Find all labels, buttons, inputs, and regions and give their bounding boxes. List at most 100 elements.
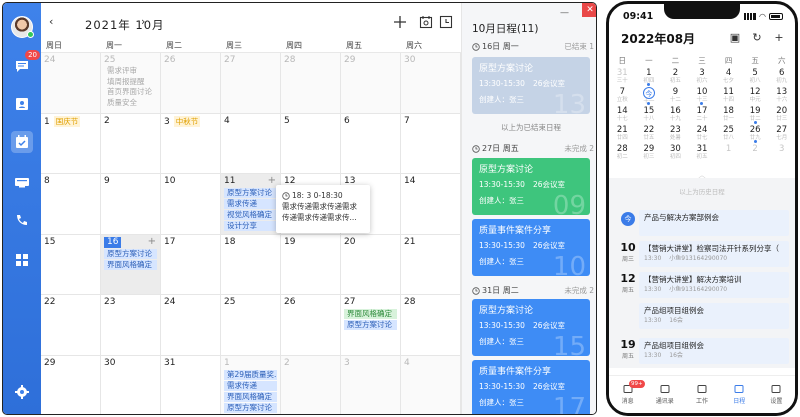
phone-day-cell[interactable]: 21 廿四 [609,125,636,144]
phone-month-title[interactable]: 2022年08月 [621,30,695,47]
calendar-nav[interactable] [11,131,33,153]
phone-day-cell[interactable]: 1 [715,144,742,163]
messages-nav[interactable]: 20 [11,50,40,77]
event-chip[interactable]: 界面风格确定 [104,259,157,270]
day-cell[interactable]: 29 [341,53,401,114]
phone-event-card[interactable]: 【营销大讲堂】解决方案培训 13:30 小鱼913164290070 [639,272,789,298]
day-cell[interactable]: 23 [101,295,161,356]
phone-day-cell[interactable]: 27 七月 [768,125,795,144]
day-cell[interactable]: 2 [281,355,341,414]
day-cell[interactable]: 9 [101,174,161,235]
phone-day-cell[interactable]: 31 初五 [689,144,716,163]
day-cell[interactable]: 4 [221,113,281,174]
phone-day-cell[interactable]: 19 廿二 [742,106,769,125]
past-event-item[interactable]: 首页界面讨论 [104,87,157,98]
phone-day-cell[interactable]: 1 初四 [636,68,663,87]
phone-day-cell[interactable]: 4 七夕 [715,68,742,87]
phone-event-card[interactable]: 产品组项目组例会 13:30 16会 [639,303,789,329]
day-cell[interactable]: 14 [401,174,461,235]
agenda-card[interactable]: 质量事件案件分享 13:30-15:30 26会议室 创建人：张三 10 [472,219,590,276]
phone-event-card[interactable]: 产品与解决方案部例会 [639,210,789,236]
day-cell[interactable]: 19 [281,234,341,295]
day-cell[interactable]: 22 [41,295,101,356]
meeting-room-nav[interactable] [11,171,33,193]
phone-day-cell[interactable]: 16 十九 [662,106,689,125]
day-cell[interactable]: 21 [401,234,461,295]
phone-day-cell[interactable]: 26 廿九 [742,125,769,144]
day-cell[interactable]: 10 [161,174,221,235]
day-cell[interactable]: 30 [101,355,161,414]
event-chip[interactable]: 界面风格确定 [224,391,277,402]
day-cell[interactable]: 25 [221,295,281,356]
add-icon[interactable] [393,15,407,29]
event-chip[interactable]: 需求传递 [224,199,277,209]
day-cell[interactable]: 28 [401,295,461,356]
event-chip[interactable]: 需求传递 [224,380,277,391]
day-cell[interactable]: 1 第29届质量奖... 需求传递 界面风格确定 原型方案讨论 [221,355,281,414]
phone-day-cell[interactable]: 29 初三 [636,144,663,163]
prev-month-button[interactable]: ‹ [49,15,53,28]
phone-day-cell[interactable]: 15 十八 [636,106,663,125]
phone-day-cell[interactable]: 2 [742,144,769,163]
phone-day-cell[interactable]: 30 初四 [662,144,689,163]
phone-tab-3[interactable]: 日程 [721,376,758,413]
day-cell[interactable]: 26 [161,53,221,114]
avatar[interactable] [11,16,34,38]
add-event-icon[interactable]: + [148,236,156,247]
day-cell[interactable]: 7 [401,113,461,174]
day-cell[interactable]: 24 [161,295,221,356]
clock-icon[interactable] [439,15,453,29]
calendar-today-icon[interactable] [419,15,433,29]
day-cell[interactable]: 31 [161,355,221,414]
settings-nav[interactable] [11,381,33,403]
day-cell[interactable]: 27 界面风格确定 原型方案讨论 [341,295,401,356]
day-cell[interactable]: 27 [221,53,281,114]
agenda-card[interactable]: 原型方案讨论 13:30-15:30 26会议室 创建人：张三 15 [472,299,590,356]
phone-day-cell[interactable]: 31 三十 [609,68,636,87]
calendar-today-icon[interactable]: ▣ [729,31,741,44]
phone-event-card[interactable]: 【营销大讲堂】检察司法开针系列分享（ 13:30 小鱼913164290070 [639,241,789,267]
phone-day-cell[interactable]: 5 初八 [742,68,769,87]
phone-tab-0[interactable]: 消息 99+ [609,376,646,413]
phone-day-cell[interactable]: 28 初二 [609,144,636,163]
day-cell[interactable]: 16 + 原型方案讨论 界面风格确定 [101,234,161,295]
phone-day-cell[interactable]: 10 十三 [689,87,716,106]
next-month-button[interactable]: › [141,15,145,28]
phone-day-cell[interactable]: 18 廿一 [715,106,742,125]
phone-day-cell[interactable]: 6 初九 [768,68,795,87]
phone-day-cell[interactable]: 17 二十 [689,106,716,125]
day-cell[interactable]: 8 [41,174,101,235]
refresh-icon[interactable]: ↻ [751,31,763,44]
phone-day-cell[interactable]: 今十一 [636,87,663,106]
add-event-icon[interactable]: + [268,175,276,186]
day-cell[interactable]: 25 需求评审 填周报提醒 首页界面讨论 质量安全 [101,53,161,114]
past-event-item[interactable]: 需求评审 [104,66,157,77]
phone-day-cell[interactable]: 2 初五 [662,68,689,87]
add-icon[interactable]: + [773,31,785,44]
event-chip[interactable]: 原型方案讨论 [344,320,397,330]
close-button[interactable]: ✕ [582,3,596,17]
agenda-card[interactable]: 原型方案讨论 13:30-15:30 26会议室 创建人：张三 09 [472,158,590,215]
past-event-item[interactable]: 填周报提醒 [104,77,157,88]
day-cell[interactable]: 28 [281,53,341,114]
phone-day-cell[interactable]: 11 十四 [715,87,742,106]
phone-day-cell[interactable]: 22 廿五 [636,125,663,144]
day-cell[interactable]: 24 [41,53,101,114]
phone-day-cell[interactable]: 3 [768,144,795,163]
phone-day-cell[interactable]: 20 廿三 [768,106,795,125]
agenda-card[interactable]: 质量事件案件分享 13:30-15:30 26会议室 创建人：张三 17 [472,360,590,414]
event-chip[interactable]: 视觉风格确定 [224,210,277,220]
past-event-item[interactable]: 质量安全 [104,98,157,109]
phone-day-cell[interactable]: 3 初六 [689,68,716,87]
day-cell[interactable]: 3 中秋节 [161,113,221,174]
day-cell[interactable]: 26 [281,295,341,356]
phone-day-cell[interactable]: 14 十七 [609,106,636,125]
day-cell[interactable]: 6 [341,113,401,174]
day-cell[interactable]: 4 [401,355,461,414]
day-cell[interactable]: 18 [221,234,281,295]
event-chip[interactable]: 原型方案讨论 [104,248,157,259]
day-cell[interactable]: 29 [41,355,101,414]
agenda-card[interactable]: 原型方案讨论 13:30-15:30 26会议室 创建人：张三 13 [472,57,590,114]
apps-nav[interactable] [11,249,33,271]
phone-nav[interactable] [11,210,33,232]
